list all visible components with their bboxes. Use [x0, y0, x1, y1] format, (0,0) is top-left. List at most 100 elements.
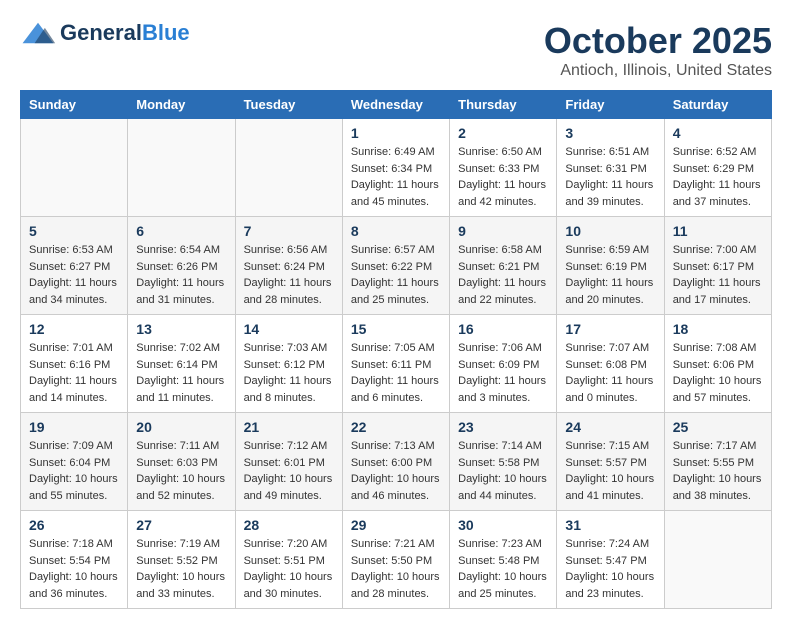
calendar-cell: 18 Sunrise: 7:08 AM Sunset: 6:06 PM Dayli… — [664, 315, 771, 413]
day-info: Sunrise: 6:59 AM Sunset: 6:19 PM Dayligh… — [565, 242, 655, 308]
calendar-cell: 27 Sunrise: 7:19 AM Sunset: 5:52 PM Dayli… — [128, 511, 235, 609]
day-number: 4 — [673, 125, 763, 141]
day-number: 23 — [458, 419, 548, 435]
day-info: Sunrise: 7:11 AM Sunset: 6:03 PM Dayligh… — [136, 438, 226, 504]
calendar-cell: 4Sunrise: 6:52 AM Sunset: 6:29 PM Daylig… — [664, 119, 771, 217]
day-header-wednesday: Wednesday — [342, 91, 449, 119]
day-number: 11 — [673, 223, 763, 239]
day-number: 24 — [565, 419, 655, 435]
day-info: Sunrise: 7:00 AM Sunset: 6:17 PM Dayligh… — [673, 242, 763, 308]
logo: GeneralBlue — [20, 20, 190, 46]
day-info: Sunrise: 6:49 AM Sunset: 6:34 PM Dayligh… — [351, 144, 441, 210]
day-info: Sunrise: 7:24 AM Sunset: 5:47 PM Dayligh… — [565, 536, 655, 602]
calendar-cell — [21, 119, 128, 217]
month-title: October 2025 — [544, 20, 772, 62]
day-info: Sunrise: 6:58 AM Sunset: 6:21 PM Dayligh… — [458, 242, 548, 308]
day-number: 14 — [244, 321, 334, 337]
day-info: Sunrise: 7:03 AM Sunset: 6:12 PM Dayligh… — [244, 340, 334, 406]
calendar-table: SundayMondayTuesdayWednesdayThursdayFrid… — [20, 90, 772, 609]
day-number: 20 — [136, 419, 226, 435]
day-number: 26 — [29, 517, 119, 533]
location: Antioch, Illinois, United States — [544, 62, 772, 80]
calendar-cell — [235, 119, 342, 217]
calendar-cell: 20 Sunrise: 7:11 AM Sunset: 6:03 PM Dayli… — [128, 413, 235, 511]
day-info: Sunrise: 6:51 AM Sunset: 6:31 PM Dayligh… — [565, 144, 655, 210]
logo-text: GeneralBlue — [60, 20, 190, 46]
calendar-cell: 5 Sunrise: 6:53 AM Sunset: 6:27 PM Daylig… — [21, 217, 128, 315]
day-info: Sunrise: 7:05 AM Sunset: 6:11 PM Dayligh… — [351, 340, 441, 406]
day-number: 5 — [29, 223, 119, 239]
calendar-cell: 11 Sunrise: 7:00 AM Sunset: 6:17 PM Dayli… — [664, 217, 771, 315]
day-info: Sunrise: 7:08 AM Sunset: 6:06 PM Dayligh… — [673, 340, 763, 406]
calendar-cell: 6 Sunrise: 6:54 AM Sunset: 6:26 PM Daylig… — [128, 217, 235, 315]
day-info: Sunrise: 7:21 AM Sunset: 5:50 PM Dayligh… — [351, 536, 441, 602]
calendar-cell — [128, 119, 235, 217]
day-number: 19 — [29, 419, 119, 435]
week-row-4: 19 Sunrise: 7:09 AM Sunset: 6:04 PM Dayli… — [21, 413, 772, 511]
day-info: Sunrise: 7:13 AM Sunset: 6:00 PM Dayligh… — [351, 438, 441, 504]
day-info: Sunrise: 7:01 AM Sunset: 6:16 PM Dayligh… — [29, 340, 119, 406]
day-info: Sunrise: 7:06 AM Sunset: 6:09 PM Dayligh… — [458, 340, 548, 406]
days-header-row: SundayMondayTuesdayWednesdayThursdayFrid… — [21, 91, 772, 119]
day-info: Sunrise: 6:53 AM Sunset: 6:27 PM Dayligh… — [29, 242, 119, 308]
day-number: 1 — [351, 125, 441, 141]
day-info: Sunrise: 7:14 AM Sunset: 5:58 PM Dayligh… — [458, 438, 548, 504]
week-row-2: 5 Sunrise: 6:53 AM Sunset: 6:27 PM Daylig… — [21, 217, 772, 315]
day-number: 12 — [29, 321, 119, 337]
day-info: Sunrise: 7:20 AM Sunset: 5:51 PM Dayligh… — [244, 536, 334, 602]
calendar-cell: 8 Sunrise: 6:57 AM Sunset: 6:22 PM Daylig… — [342, 217, 449, 315]
logo-icon — [20, 21, 56, 45]
day-info: Sunrise: 7:18 AM Sunset: 5:54 PM Dayligh… — [29, 536, 119, 602]
day-number: 18 — [673, 321, 763, 337]
day-number: 8 — [351, 223, 441, 239]
calendar-cell: 31 Sunrise: 7:24 AM Sunset: 5:47 PM Dayli… — [557, 511, 664, 609]
calendar-cell: 13Sunrise: 7:02 AM Sunset: 6:14 PM Dayli… — [128, 315, 235, 413]
day-info: Sunrise: 7:09 AM Sunset: 6:04 PM Dayligh… — [29, 438, 119, 504]
calendar-cell: 2Sunrise: 6:50 AM Sunset: 6:33 PM Daylig… — [450, 119, 557, 217]
day-header-sunday: Sunday — [21, 91, 128, 119]
day-header-thursday: Thursday — [450, 91, 557, 119]
day-number: 2 — [458, 125, 548, 141]
calendar-cell: 16 Sunrise: 7:06 AM Sunset: 6:09 PM Dayli… — [450, 315, 557, 413]
day-number: 10 — [565, 223, 655, 239]
day-info: Sunrise: 6:56 AM Sunset: 6:24 PM Dayligh… — [244, 242, 334, 308]
calendar-cell: 7 Sunrise: 6:56 AM Sunset: 6:24 PM Daylig… — [235, 217, 342, 315]
week-row-3: 12 Sunrise: 7:01 AM Sunset: 6:16 PM Dayli… — [21, 315, 772, 413]
day-info: Sunrise: 7:19 AM Sunset: 5:52 PM Dayligh… — [136, 536, 226, 602]
day-header-saturday: Saturday — [664, 91, 771, 119]
day-number: 17 — [565, 321, 655, 337]
day-number: 7 — [244, 223, 334, 239]
calendar-cell: 12 Sunrise: 7:01 AM Sunset: 6:16 PM Dayli… — [21, 315, 128, 413]
day-number: 16 — [458, 321, 548, 337]
calendar-cell: 14 Sunrise: 7:03 AM Sunset: 6:12 PM Dayli… — [235, 315, 342, 413]
day-number: 30 — [458, 517, 548, 533]
calendar-cell: 15 Sunrise: 7:05 AM Sunset: 6:11 PM Dayli… — [342, 315, 449, 413]
day-number: 6 — [136, 223, 226, 239]
day-header-friday: Friday — [557, 91, 664, 119]
week-row-5: 26 Sunrise: 7:18 AM Sunset: 5:54 PM Dayli… — [21, 511, 772, 609]
day-number: 15 — [351, 321, 441, 337]
calendar-cell: 1 Sunrise: 6:49 AM Sunset: 6:34 PM Daylig… — [342, 119, 449, 217]
calendar-cell: 21Sunrise: 7:12 AM Sunset: 6:01 PM Dayli… — [235, 413, 342, 511]
calendar-cell: 17 Sunrise: 7:07 AM Sunset: 6:08 PM Dayli… — [557, 315, 664, 413]
day-number: 25 — [673, 419, 763, 435]
day-info: Sunrise: 7:15 AM Sunset: 5:57 PM Dayligh… — [565, 438, 655, 504]
calendar-cell — [664, 511, 771, 609]
day-header-tuesday: Tuesday — [235, 91, 342, 119]
calendar-cell: 22Sunrise: 7:13 AM Sunset: 6:00 PM Dayli… — [342, 413, 449, 511]
day-info: Sunrise: 7:07 AM Sunset: 6:08 PM Dayligh… — [565, 340, 655, 406]
day-info: Sunrise: 6:54 AM Sunset: 6:26 PM Dayligh… — [136, 242, 226, 308]
day-info: Sunrise: 6:57 AM Sunset: 6:22 PM Dayligh… — [351, 242, 441, 308]
title-block: October 2025 Antioch, Illinois, United S… — [544, 20, 772, 80]
calendar-cell: 30Sunrise: 7:23 AM Sunset: 5:48 PM Dayli… — [450, 511, 557, 609]
day-number: 31 — [565, 517, 655, 533]
day-number: 3 — [565, 125, 655, 141]
day-info: Sunrise: 7:17 AM Sunset: 5:55 PM Dayligh… — [673, 438, 763, 504]
day-number: 27 — [136, 517, 226, 533]
calendar-cell: 25 Sunrise: 7:17 AM Sunset: 5:55 PM Dayli… — [664, 413, 771, 511]
calendar-cell: 10 Sunrise: 6:59 AM Sunset: 6:19 PM Dayli… — [557, 217, 664, 315]
calendar-cell: 28Sunrise: 7:20 AM Sunset: 5:51 PM Dayli… — [235, 511, 342, 609]
calendar-cell: 3 Sunrise: 6:51 AM Sunset: 6:31 PM Daylig… — [557, 119, 664, 217]
calendar-cell: 29Sunrise: 7:21 AM Sunset: 5:50 PM Dayli… — [342, 511, 449, 609]
day-info: Sunrise: 7:02 AM Sunset: 6:14 PM Dayligh… — [136, 340, 226, 406]
